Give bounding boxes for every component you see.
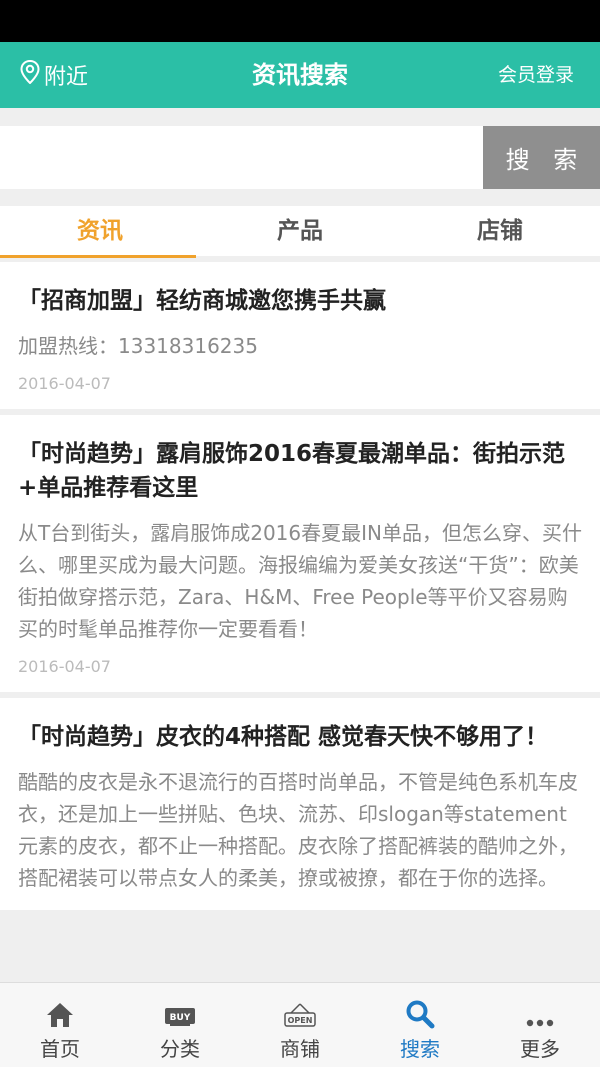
- member-login-link[interactable]: 会员登录: [498, 42, 574, 108]
- buy-icon-text: BUY: [170, 1013, 191, 1023]
- nav-shops-label: 商铺: [280, 1037, 320, 1061]
- article-title: 「时尚趋势」露肩服饰2016春夏最潮单品：街拍示范+单品推荐看这里: [18, 441, 566, 501]
- nav-search[interactable]: 搜索: [360, 983, 480, 1067]
- tab-shops[interactable]: 店铺: [400, 206, 600, 256]
- nav-search-label: 搜索: [400, 1037, 440, 1061]
- article-list: 「招商加盟」轻纺商城邀您携手共赢 加盟热线：13318316235 2016-0…: [0, 262, 600, 982]
- article-item[interactable]: 「时尚趋势」露肩服饰2016春夏最潮单品：街拍示范+单品推荐看这里 从T台到街头…: [0, 415, 600, 692]
- nav-shops[interactable]: OPEN 商铺: [240, 983, 360, 1067]
- article-date: 2016-04-07: [18, 657, 111, 676]
- status-bar: [0, 0, 600, 42]
- article-title: 「招商加盟」轻纺商城邀您携手共赢: [18, 288, 386, 314]
- search-bar: 搜 索: [0, 108, 600, 206]
- article-desc: 加盟热线：13318316235: [18, 334, 258, 358]
- home-icon: [47, 1003, 73, 1027]
- tab-products[interactable]: 产品: [200, 206, 400, 256]
- more-icon: [526, 1019, 554, 1027]
- nav-category-label: 分类: [160, 1037, 200, 1061]
- search-input[interactable]: [0, 126, 483, 189]
- open-sign-icon: OPEN: [284, 1003, 316, 1027]
- nav-category[interactable]: BUY 分类: [120, 983, 240, 1067]
- tab-news[interactable]: 资讯: [0, 206, 200, 258]
- nav-more[interactable]: 更多: [480, 983, 600, 1067]
- location-button[interactable]: 附近: [20, 42, 88, 108]
- article-title: 「时尚趋势」皮衣的4种搭配 感觉春天快不够用了！: [18, 724, 549, 750]
- article-date: 2016-04-07: [18, 374, 111, 393]
- nav-more-label: 更多: [520, 1037, 560, 1061]
- open-sign-text: OPEN: [288, 1016, 313, 1025]
- bottom-nav: 首页 BUY 分类 OPEN 商铺 搜索 更多: [0, 982, 600, 1067]
- nav-home-label: 首页: [40, 1037, 80, 1061]
- search-icon: [406, 1000, 435, 1029]
- article-desc: 从T台到街头，露肩服饰成2016春夏最IN单品，但怎么穿、买什么、哪里买成为最大…: [18, 521, 582, 641]
- location-label: 附近: [44, 65, 89, 90]
- search-button[interactable]: 搜 索: [483, 126, 600, 189]
- article-item[interactable]: 「时尚趋势」皮衣的4种搭配 感觉春天快不够用了！ 酷酷的皮衣是永不退流行的百搭时…: [0, 698, 600, 910]
- category-tabs: 资讯 产品 店铺: [0, 206, 600, 262]
- nav-home[interactable]: 首页: [0, 983, 120, 1067]
- article-item[interactable]: 「招商加盟」轻纺商城邀您携手共赢 加盟热线：13318316235 2016-0…: [0, 262, 600, 409]
- buy-icon: BUY: [165, 1008, 195, 1026]
- article-desc: 酷酷的皮衣是永不退流行的百搭时尚单品，不管是纯色系机车皮衣，还是加上一些拼贴、色…: [18, 770, 578, 890]
- location-pin-icon: [20, 59, 44, 90]
- app-header: 附近 资讯搜索 会员登录: [0, 42, 600, 108]
